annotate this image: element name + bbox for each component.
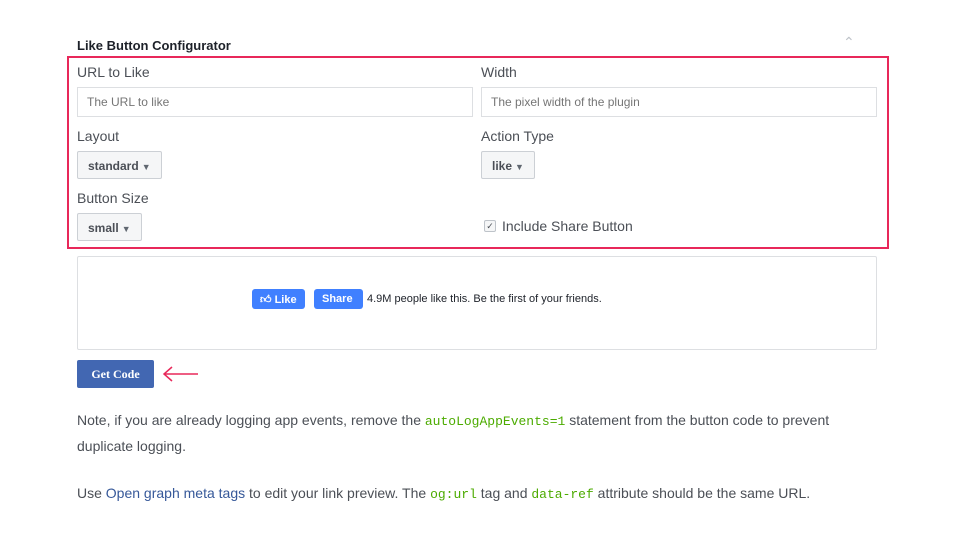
url-label: URL to Like [77,64,150,80]
button-size-select[interactable]: small ▼ [77,213,142,241]
button-size-label: Button Size [77,190,149,206]
arrow-left-icon [162,366,198,382]
action-type-value: like [492,159,513,173]
caret-down-icon: ▼ [515,162,524,172]
code-snippet: autoLogAppEvents=1 [424,414,566,429]
url-input[interactable] [77,87,473,117]
code-og-url: og:url [430,487,477,502]
get-code-button[interactable]: Get Code [77,360,154,388]
caret-down-icon: ▼ [141,162,151,172]
configurator-panel [67,56,889,249]
width-label: Width [481,64,517,80]
include-share-label: Include Share Button [502,218,633,234]
caret-down-icon: ▼ [121,224,131,234]
like-label: Like [274,294,297,306]
action-type-label: Action Type [481,128,554,144]
width-input[interactable] [481,87,877,117]
social-context: 4.9M people like this. Be the first of y… [367,293,602,305]
fb-share-button[interactable]: Share [314,289,363,309]
configurator-title: Like Button Configurator [77,38,231,53]
code-data-ref: data-ref [531,487,594,502]
action-type-select[interactable]: like ▼ [481,151,535,179]
og-paragraph: Use Open graph meta tags to edit your li… [77,485,811,502]
layout-select[interactable]: standard ▼ [77,151,162,179]
og-link[interactable]: Open graph meta tags [106,485,245,501]
thumbs-up-icon: 👍︎ [260,294,272,306]
include-share-checkbox[interactable]: ✓ [484,220,496,232]
note-paragraph: Note, if you are already logging app eve… [77,412,830,454]
layout-label: Layout [77,128,120,144]
layout-value: standard [88,159,139,173]
fb-like-button[interactable]: 👍︎ Like [252,289,305,309]
button-size-value: small [88,221,119,235]
chevron-up-icon[interactable]: ⌃ [843,34,855,51]
